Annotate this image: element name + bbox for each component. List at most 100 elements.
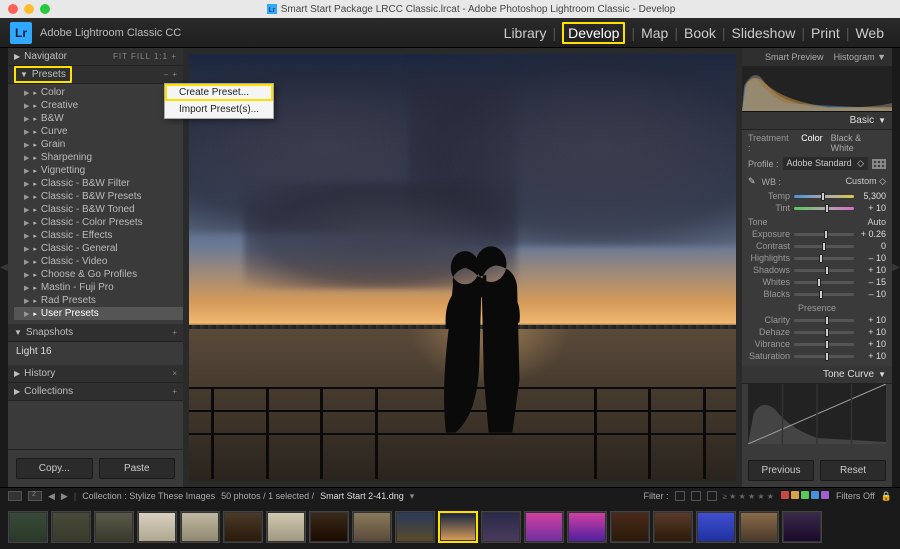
temp-slider[interactable] xyxy=(794,195,854,198)
histogram[interactable] xyxy=(742,66,892,112)
preset-folder[interactable]: ▶▸Choose & Go Profiles xyxy=(14,268,183,281)
snapshots-add-button[interactable]: + xyxy=(172,328,177,337)
filmstrip-thumb[interactable] xyxy=(610,511,650,543)
module-slideshow[interactable]: Slideshow xyxy=(726,25,802,41)
preset-folder[interactable]: ▶▸Curve xyxy=(14,125,183,138)
clarity-slider[interactable] xyxy=(794,319,854,322)
filter-lock-icon[interactable]: 🔒 xyxy=(881,491,892,502)
module-web[interactable]: Web xyxy=(849,25,890,41)
filmstrip-thumb[interactable] xyxy=(180,511,220,543)
maximize-window-button[interactable] xyxy=(40,4,50,14)
filter-rating[interactable]: ≥ ★ ★ ★ ★ ★ xyxy=(723,492,774,501)
blacks-slider[interactable] xyxy=(794,293,854,296)
filter-color-label[interactable] xyxy=(791,491,799,499)
filter-flag-picked[interactable] xyxy=(675,491,685,501)
filter-color-label[interactable] xyxy=(781,491,789,499)
import-preset-menuitem[interactable]: Import Preset(s)... xyxy=(165,101,273,118)
history-header[interactable]: ▶History × xyxy=(8,365,183,383)
filters-off[interactable]: Filters Off xyxy=(836,491,875,501)
snapshots-header[interactable]: ▼Snapshots + xyxy=(8,324,183,342)
filmstrip-thumb[interactable] xyxy=(266,511,306,543)
previous-button[interactable]: Previous xyxy=(748,460,814,481)
contrast-slider[interactable] xyxy=(794,245,854,248)
preset-folder[interactable]: ▶▸Classic - B&W Presets xyxy=(14,190,183,203)
preset-folder[interactable]: ▶▸Grain xyxy=(14,138,183,151)
preset-folder[interactable]: ▶▸Vignetting xyxy=(14,164,183,177)
profile-select[interactable]: Adobe Standard◇ xyxy=(783,157,868,170)
filter-color-label[interactable] xyxy=(821,491,829,499)
filmstrip-thumb[interactable] xyxy=(438,511,478,543)
filter-flag-unflagged[interactable] xyxy=(691,491,701,501)
forward-arrow-icon[interactable]: ▶ xyxy=(61,491,68,502)
preset-folder[interactable]: ▶▸Rad Presets xyxy=(14,294,183,307)
shadows-slider[interactable] xyxy=(794,269,854,272)
treatment-bw[interactable]: Black & White xyxy=(831,133,886,153)
filmstrip-thumb[interactable] xyxy=(137,511,177,543)
navigator-header[interactable]: ▶Navigator FIT FILL 1:1 + xyxy=(8,48,183,66)
tone-curve[interactable] xyxy=(748,384,886,444)
filmstrip-thumb[interactable] xyxy=(567,511,607,543)
highlights-slider[interactable] xyxy=(794,257,854,260)
filter-color-label[interactable] xyxy=(811,491,819,499)
filmstrip-thumb[interactable] xyxy=(653,511,693,543)
current-filename[interactable]: Smart Start 2-41.dng xyxy=(320,491,404,501)
navigator-zoom-modes[interactable]: FIT FILL 1:1 + xyxy=(113,52,177,61)
snapshot-item[interactable]: Light 16 xyxy=(16,344,175,359)
vibrance-slider[interactable] xyxy=(794,343,854,346)
left-edge-rail[interactable]: ◀ xyxy=(0,48,8,487)
create-preset-menuitem[interactable]: Create Preset... xyxy=(165,84,273,101)
preset-folder[interactable]: ▶▸Sharpening xyxy=(14,151,183,164)
filmstrip-thumb[interactable] xyxy=(524,511,564,543)
filmstrip-thumb[interactable] xyxy=(395,511,435,543)
preset-folder[interactable]: ▶▸Classic - Effects xyxy=(14,229,183,242)
exposure-slider[interactable] xyxy=(794,233,854,236)
right-edge-rail[interactable]: ▶ xyxy=(892,48,900,487)
filmstrip-thumb[interactable] xyxy=(309,511,349,543)
minimize-window-button[interactable] xyxy=(24,4,34,14)
filmstrip-thumb[interactable] xyxy=(51,511,91,543)
treatment-color[interactable]: Color xyxy=(801,133,823,153)
saturation-slider[interactable] xyxy=(794,355,854,358)
copy-button[interactable]: Copy... xyxy=(16,458,93,479)
filmstrip-thumb[interactable] xyxy=(481,511,521,543)
filter-flag-rejected[interactable] xyxy=(707,491,717,501)
preset-folder[interactable]: ▶▸B&W xyxy=(14,112,183,125)
wb-eyedropper-icon[interactable]: ✎ xyxy=(748,176,756,187)
preset-folder[interactable]: ▶▸Classic - B&W Toned xyxy=(14,203,183,216)
module-book[interactable]: Book xyxy=(678,25,722,41)
histogram-label[interactable]: Histogram ▼ xyxy=(834,52,886,62)
preset-folder[interactable]: ▶▸Classic - Video xyxy=(14,255,183,268)
grid-view-button[interactable] xyxy=(8,491,22,501)
filmstrip-thumb[interactable] xyxy=(696,511,736,543)
module-library[interactable]: Library xyxy=(498,25,553,41)
tint-slider[interactable] xyxy=(794,207,854,210)
module-map[interactable]: Map xyxy=(635,25,674,41)
preset-folder[interactable]: ▶▸Classic - B&W Filter xyxy=(14,177,183,190)
paste-button[interactable]: Paste xyxy=(99,458,176,479)
preset-folder[interactable]: ▶▸Classic - Color Presets xyxy=(14,216,183,229)
filmstrip-thumb[interactable] xyxy=(352,511,392,543)
preset-folder[interactable]: ▶▸Color xyxy=(14,86,183,99)
dehaze-slider[interactable] xyxy=(794,331,854,334)
close-window-button[interactable] xyxy=(8,4,18,14)
presets-add-button[interactable]: + xyxy=(172,70,177,79)
basic-header[interactable]: Basic▼ xyxy=(742,112,892,130)
filter-color-label[interactable] xyxy=(801,491,809,499)
preset-folder[interactable]: ▶▸Creative xyxy=(14,99,183,112)
whites-slider[interactable] xyxy=(794,281,854,284)
secondary-display-button[interactable]: 2 xyxy=(28,491,42,501)
filmstrip-thumb[interactable] xyxy=(782,511,822,543)
smart-preview-label[interactable]: Smart Preview xyxy=(765,52,824,62)
presets-header[interactable]: ▼Presets – + xyxy=(8,66,183,84)
wb-select[interactable]: Custom ◇ xyxy=(787,176,886,187)
collection-name[interactable]: Collection : Stylize These Images xyxy=(82,491,215,501)
preset-folder[interactable]: ▶▸Classic - General xyxy=(14,242,183,255)
preset-folder[interactable]: ▶▸User Presets xyxy=(14,307,183,320)
presets-remove-button[interactable]: – xyxy=(164,70,168,79)
module-develop[interactable]: Develop xyxy=(556,25,631,41)
preset-folder[interactable]: ▶▸Mastin - Fuji Pro xyxy=(14,281,183,294)
module-print[interactable]: Print xyxy=(805,25,846,41)
collections-header[interactable]: ▶Collections + xyxy=(8,383,183,401)
auto-tone-button[interactable]: Auto xyxy=(867,217,886,227)
filmstrip-thumb[interactable] xyxy=(739,511,779,543)
